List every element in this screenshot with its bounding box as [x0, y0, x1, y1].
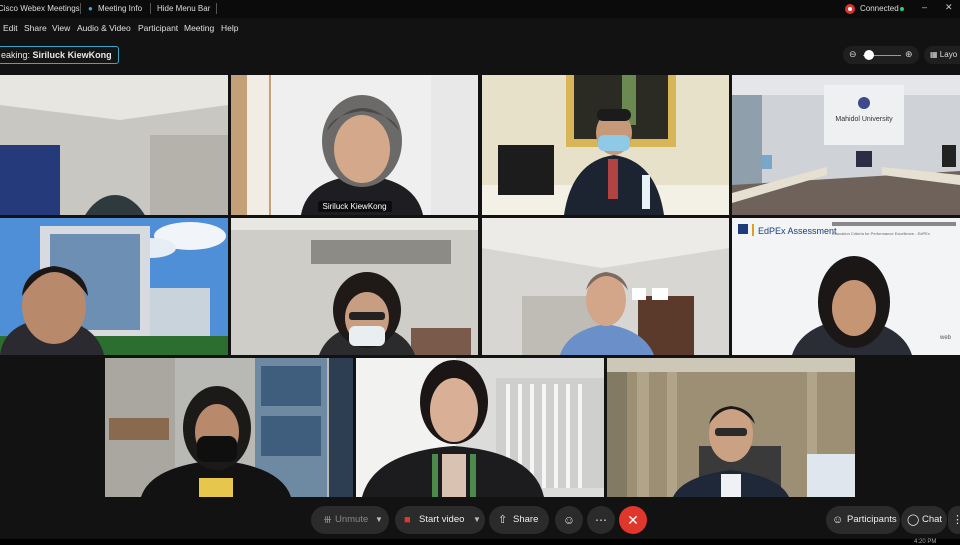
participant-video-tile[interactable]: EdPEx Assessment Education Criteria for … — [732, 218, 960, 355]
participants-panel-button[interactable]: ☺ Participants — [826, 506, 900, 534]
menu-meeting[interactable]: Meeting — [184, 23, 214, 33]
webex-watermark: web — [939, 335, 952, 341]
ellipsis-icon: ⋮ — [952, 514, 960, 526]
taskbar-clock: 4:20 PM — [914, 539, 937, 545]
close-icon: ✕ — [627, 512, 639, 528]
menu-help[interactable]: Help — [221, 23, 238, 33]
menu-bar: Edit Share View Audio & Video Participan… — [0, 20, 960, 36]
active-speaker-indicator: eaking: Siriluck KiewKong — [0, 46, 119, 64]
participant-video — [482, 218, 729, 355]
layout-label: Layo — [939, 50, 958, 59]
more-panels-button[interactable]: ⋮ — [948, 506, 960, 534]
participant-video — [356, 358, 604, 497]
participant-video-tile[interactable] — [482, 218, 729, 355]
university-sign: Mahidol University — [835, 116, 893, 123]
participants-icon: ☺ — [832, 514, 844, 526]
edpex-title: EdPEx Assessment — [758, 226, 837, 236]
meeting-info-icon[interactable]: ● — [88, 4, 93, 13]
menu-share[interactable]: Share — [24, 23, 47, 33]
audio-options-chevron-icon[interactable]: ▼ — [375, 506, 383, 534]
video-options-chevron-icon[interactable]: ▼ — [473, 506, 481, 534]
smiley-icon: ☺ — [562, 513, 576, 527]
zoom-in-icon[interactable]: ⊕ — [905, 49, 913, 60]
share-button[interactable]: ⇧ Share — [489, 506, 549, 534]
title-separator — [150, 3, 151, 14]
menu-edit[interactable]: Edit — [3, 23, 18, 33]
unmute-label: Unmute — [335, 514, 369, 525]
participant-video — [482, 75, 729, 215]
muted-mic-icon: ⧻ — [323, 514, 333, 526]
participant-video-tile[interactable] — [482, 75, 729, 215]
share-icon: ⇧ — [498, 514, 508, 526]
share-label: Share — [513, 514, 539, 525]
chat-panel-button[interactable]: ◯ Chat — [901, 506, 947, 534]
title-separator — [216, 3, 217, 14]
edpex-subtitle: Education Criteria for Performance Excel… — [832, 231, 930, 236]
app-title: Cisco Webex Meetings — [0, 4, 80, 13]
layout-grid-icon: ▦ — [930, 50, 938, 59]
participants-label: Participants — [847, 514, 897, 525]
menu-view[interactable]: View — [52, 23, 70, 33]
ellipsis-icon: ⋯ — [595, 513, 607, 527]
menu-audio-video[interactable]: Audio & Video — [77, 23, 131, 33]
connection-status-icon — [845, 4, 855, 14]
participant-video-tile[interactable] — [607, 358, 855, 497]
participant-name-label: Siriluck KiewKong — [317, 201, 392, 212]
network-indicator-icon — [900, 7, 904, 11]
participant-video-tile[interactable]: Mahidol University — [732, 75, 960, 215]
layout-button[interactable]: ▦ Layo — [924, 46, 960, 64]
unmute-button[interactable]: ⧻ Unmute ▼ — [311, 506, 389, 534]
participant-video-tile[interactable]: Siriluck KiewKong — [231, 75, 478, 215]
speaking-prefix: eaking: — [1, 50, 31, 60]
start-video-button[interactable]: ■ Start video ▼ — [395, 506, 485, 534]
meeting-info-button[interactable]: Meeting Info — [98, 4, 142, 13]
zoom-handle[interactable] — [864, 50, 874, 60]
end-meeting-button[interactable]: ✕ — [619, 506, 647, 534]
participant-video — [231, 218, 478, 355]
participant-video — [0, 75, 228, 215]
os-taskbar — [0, 539, 960, 545]
chat-icon: ◯ — [907, 514, 920, 526]
participant-video — [607, 358, 855, 497]
title-bar: Cisco Webex Meetings ● Meeting Info Hide… — [0, 0, 960, 18]
more-options-button[interactable]: ⋯ — [587, 506, 615, 534]
participant-video — [0, 218, 228, 355]
participant-video-tile[interactable] — [231, 218, 478, 355]
participant-video-tile[interactable] — [105, 358, 353, 497]
hide-menu-bar-button[interactable]: Hide Menu Bar — [157, 4, 210, 13]
title-separator — [80, 3, 81, 14]
start-video-label: Start video — [419, 514, 465, 525]
participant-video-tile[interactable] — [0, 218, 228, 355]
zoom-out-icon[interactable]: ⊖ — [849, 49, 857, 60]
close-button[interactable]: ✕ — [945, 2, 953, 13]
participant-video — [105, 358, 353, 497]
participant-video-tile[interactable] — [356, 358, 604, 497]
participant-video: Mahidol University — [732, 75, 960, 215]
chat-label: Chat — [922, 514, 943, 525]
video-off-icon: ■ — [404, 514, 411, 526]
video-zoom-slider[interactable]: ⊖ ⊕ — [843, 46, 919, 64]
connection-status[interactable]: Connected — [860, 4, 899, 13]
active-speaker-name: Siriluck KiewKong — [32, 50, 112, 60]
minimize-button[interactable]: – — [922, 2, 927, 12]
menu-participant[interactable]: Participant — [138, 23, 178, 33]
participant-video-tile[interactable] — [0, 75, 228, 215]
participant-video — [231, 75, 478, 215]
reactions-button[interactable]: ☺ — [555, 506, 583, 534]
participant-video: EdPEx Assessment Education Criteria for … — [732, 218, 960, 355]
